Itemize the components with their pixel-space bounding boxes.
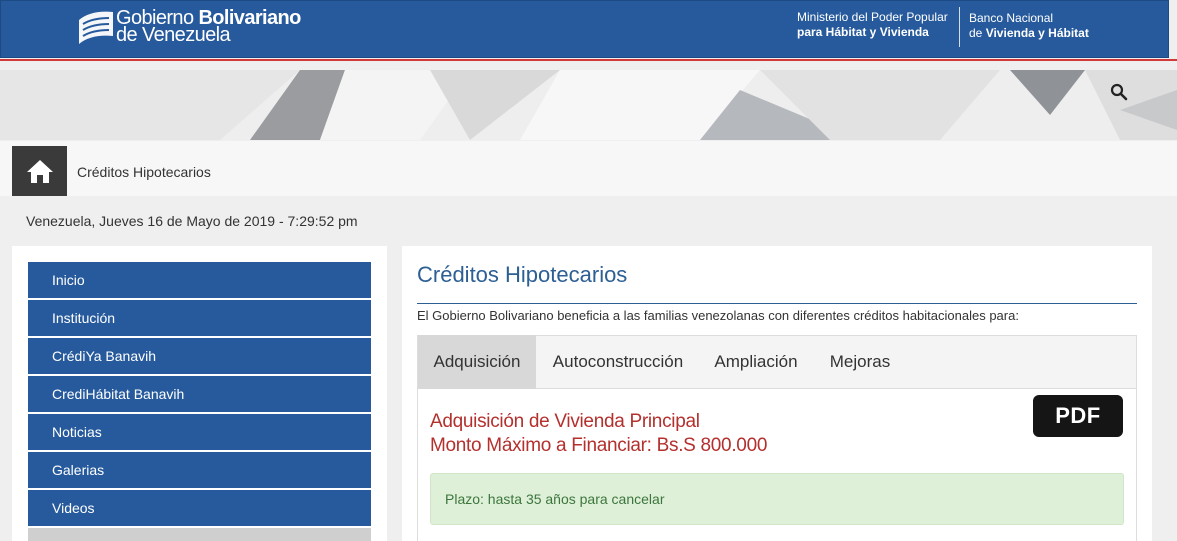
page-title: Créditos Hipotecarios [417, 262, 628, 287]
banner-shapes [0, 70, 1177, 140]
loan-max-amount: Monto Máximo a Financiar: Bs.S 800.000 [430, 435, 768, 456]
term-alert: Plazo: hasta 35 años para cancelar [430, 473, 1124, 525]
ministry-line2: para Hábitat y Vivienda [797, 25, 929, 39]
tab-autoconstruccion[interactable]: Autoconstrucción [538, 335, 698, 389]
tab-ampliacion[interactable]: Ampliación [700, 335, 812, 389]
header-divider [959, 7, 960, 47]
banco-line2-light: de [969, 26, 986, 40]
home-button[interactable] [12, 146, 67, 196]
sidebar-item-partial[interactable] [28, 528, 371, 541]
banco-line2-bold: Vivienda y Hábitat [985, 26, 1089, 40]
search-icon[interactable] [1110, 83, 1128, 101]
tab-adquisicion[interactable]: Adquisición [418, 335, 536, 389]
top-header: Gobierno Bolivariano de Venezuela Minist… [0, 0, 1169, 58]
ministry-label: Ministerio del Poder Popular para Hábita… [797, 10, 948, 40]
header-accent-line [0, 59, 1177, 61]
sidebar-item-institucion[interactable]: Institución [28, 300, 371, 336]
gobierno-bolivariano-logo-text[interactable]: Gobierno Bolivariano de Venezuela [116, 8, 301, 46]
banco-label: Banco Nacional de Vivienda y Hábitat [969, 11, 1089, 41]
sidebar-item-credihabitat[interactable]: CrediHábitat Banavih [28, 376, 371, 412]
venezuela-flag-logo-icon [79, 11, 113, 44]
banco-line1: Banco Nacional [969, 11, 1054, 25]
sidebar-item-inicio[interactable]: Inicio [28, 262, 371, 298]
banner-graphic [0, 70, 1177, 140]
home-icon [27, 160, 53, 183]
ministry-line1: Ministerio del Poder Popular [797, 10, 948, 24]
sidebar-item-galerias[interactable]: Galerias [28, 452, 371, 488]
intro-text: El Gobierno Bolivariano beneficia a las … [417, 308, 1019, 323]
breadcrumb-current: Créditos Hipotecarios [77, 164, 211, 180]
title-divider [417, 303, 1137, 304]
sidebar-item-videos[interactable]: Videos [28, 490, 371, 526]
loan-title: Adquisición de Vivienda Principal [430, 411, 700, 432]
sidebar-item-noticias[interactable]: Noticias [28, 414, 371, 450]
pdf-download-button[interactable]: PDF [1033, 395, 1123, 437]
current-datetime: Venezuela, Jueves 16 de Mayo de 2019 - 7… [26, 213, 358, 229]
sidebar-item-crediya[interactable]: CrédiYa Banavih [28, 338, 371, 374]
gob-line2: de Venezuela [116, 24, 231, 46]
tab-mejoras[interactable]: Mejoras [814, 335, 906, 389]
